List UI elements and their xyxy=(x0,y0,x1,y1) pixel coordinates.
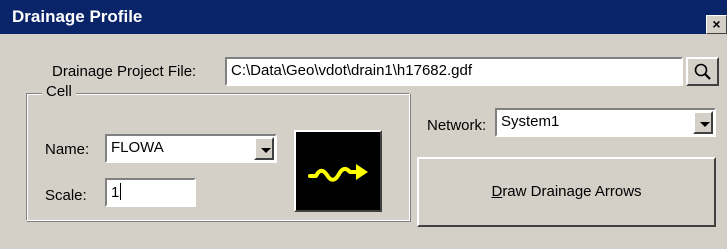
name-label: Name: xyxy=(45,141,90,158)
draw-drainage-arrows-button[interactable]: Draw Drainage Arrows xyxy=(417,157,716,227)
name-select-value: FLOWA xyxy=(111,139,164,156)
network-select-value: System1 xyxy=(501,113,560,130)
scale-input[interactable]: 1 xyxy=(105,178,196,207)
network-dropdown-button[interactable] xyxy=(693,111,713,134)
close-icon: × xyxy=(712,16,721,32)
name-dropdown-button[interactable] xyxy=(254,137,274,160)
chevron-down-icon xyxy=(261,148,271,153)
scale-value: 1 xyxy=(111,184,120,201)
draw-button-label: raw Drainage Arrows xyxy=(502,183,642,200)
draw-button-mnemonic: D xyxy=(491,183,503,200)
network-label: Network: xyxy=(427,117,487,134)
title-bar: Drainage Profile xyxy=(0,0,727,34)
chevron-down-icon xyxy=(700,122,710,127)
scale-input-text: 1 xyxy=(111,183,122,201)
text-cursor xyxy=(120,183,122,200)
cell-preview xyxy=(294,130,382,212)
project-file-label: Drainage Project File: xyxy=(52,63,197,80)
project-file-value: C:\Data\Geo\vdot\drain1\h17682.gdf xyxy=(231,62,472,79)
scale-label: Scale: xyxy=(45,187,87,204)
network-select[interactable]: System1 xyxy=(495,108,716,137)
browse-button[interactable] xyxy=(686,57,719,86)
project-file-input[interactable]: C:\Data\Geo\vdot\drain1\h17682.gdf xyxy=(225,57,683,86)
close-button[interactable]: × xyxy=(706,15,727,34)
cell-group-label: Cell xyxy=(42,83,76,100)
drainage-profile-dialog: Drainage Profile × Drainage Project File… xyxy=(0,0,727,249)
magnifier-icon xyxy=(694,63,711,80)
wavy-arrow-icon xyxy=(308,164,368,182)
name-select[interactable]: FLOWA xyxy=(105,134,277,163)
window-title: Drainage Profile xyxy=(12,7,143,26)
